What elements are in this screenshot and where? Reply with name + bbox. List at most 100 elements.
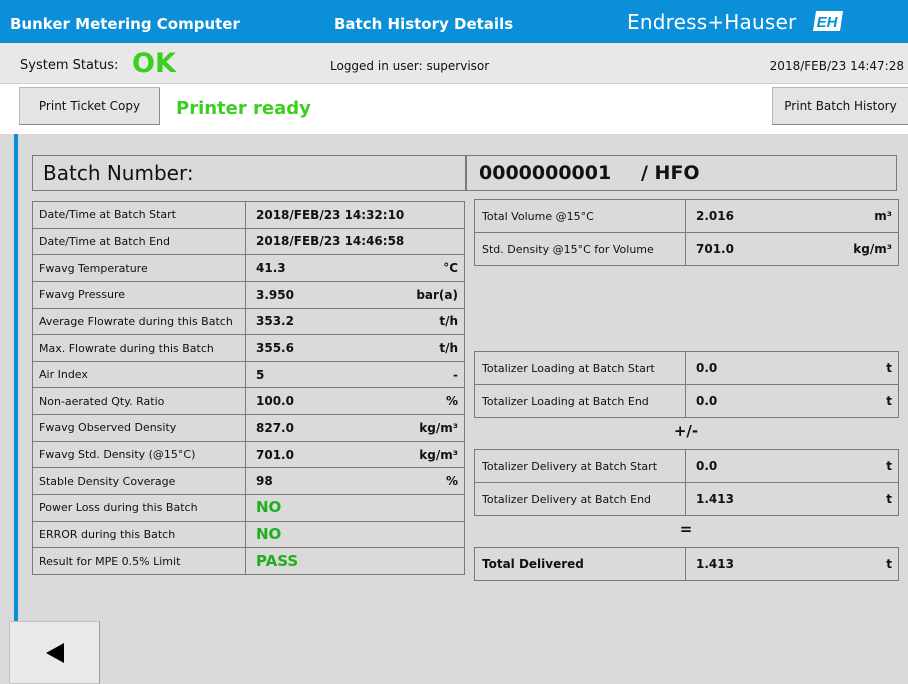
row-value: 3.950 xyxy=(256,287,294,302)
table-row: Totalizer Delivery at Batch Start 0.0 t xyxy=(474,449,899,483)
row-value: 1.413 xyxy=(696,492,734,506)
row-label: Total Delivered xyxy=(474,547,686,581)
row-unit: t xyxy=(886,557,892,571)
table-row: Total Volume @15°C 2.016 m³ xyxy=(474,199,899,233)
table-row: Stable Density Coverage 98% xyxy=(32,467,465,496)
app-title: Bunker Metering Computer xyxy=(10,15,240,33)
row-value: 701.0 xyxy=(256,447,294,462)
system-status-value: OK xyxy=(132,48,176,79)
row-value: 353.2 xyxy=(256,314,294,329)
row-label: Total Volume @15°C xyxy=(474,199,686,233)
row-value: 355.6 xyxy=(256,341,294,356)
batch-number-value: 0000000001 / HFO xyxy=(466,155,897,191)
batch-details-table: Date/Time at Batch Start 2018/FEB/23 14:3… xyxy=(32,201,465,575)
header-bar: Bunker Metering Computer Batch History D… xyxy=(0,0,908,43)
table-row: Date/Time at Batch Start 2018/FEB/23 14:3… xyxy=(32,201,465,229)
row-unit: % xyxy=(445,474,458,489)
volume-table: Total Volume @15°C 2.016 m³ Std. Density @… xyxy=(474,199,899,266)
row-value: 827.0 xyxy=(256,420,294,435)
brand-logo-icon: EH xyxy=(813,11,843,31)
table-row: Fwavg Pressure 3.950 bar(a) xyxy=(32,280,465,309)
row-unit: t xyxy=(886,361,892,375)
print-batch-history-button[interactable]: Print Batch History xyxy=(772,87,908,125)
table-row: Totalizer Delivery at Batch End 1.413 t xyxy=(474,482,899,516)
row-label: Date/Time at Batch Start xyxy=(32,201,246,229)
batch-product: / HFO xyxy=(641,162,700,184)
row-value: 0.0 xyxy=(696,459,718,473)
row-label: Fwavg Observed Density xyxy=(32,414,246,442)
row-value: 100.0 xyxy=(256,394,294,409)
table-row: Air Index 5 - xyxy=(32,360,465,389)
row-value: NO xyxy=(256,525,282,543)
row-unit: kg/m³ xyxy=(419,447,458,462)
delivery-table: Totalizer Delivery at Batch Start 0.0 t To… xyxy=(474,449,899,516)
row-value: 1.413 xyxy=(696,557,734,571)
table-row: ERROR during this Batch NO xyxy=(32,520,465,549)
row-unit: t xyxy=(886,459,892,473)
row-label: Fwavg Std. Density (@15°C) xyxy=(32,440,246,469)
row-label: Date/Time at Batch End xyxy=(32,227,246,256)
row-unit: kg/m³ xyxy=(419,420,458,435)
table-row: Fwavg Std. Density (@15°C) 701.0 kg/m³ xyxy=(32,440,465,469)
row-unit: kg/m³ xyxy=(853,242,892,256)
row-label: Totalizer Loading at Batch End xyxy=(474,384,686,418)
row-unit: t/h xyxy=(439,314,458,329)
row-value: 2.016 xyxy=(696,209,734,223)
loading-table: Totalizer Loading at Batch Start 0.0 t Tot… xyxy=(474,351,899,418)
row-label: Fwavg Temperature xyxy=(32,254,246,282)
system-status-label: System Status: xyxy=(20,58,119,73)
row-label: Totalizer Loading at Batch Start xyxy=(474,351,686,385)
current-datetime: 2018/FEB/23 14:47:28 xyxy=(769,59,904,73)
toolbar: Print Ticket Copy Printer ready Print Ba… xyxy=(0,84,908,134)
row-unit: m³ xyxy=(874,209,892,223)
table-row: Std. Density @15°C for Volume 701.0 kg/m³ xyxy=(474,232,899,266)
equals-symbol: = xyxy=(679,520,693,538)
row-label: ERROR during this Batch xyxy=(32,520,246,549)
row-unit: t/h xyxy=(439,341,458,356)
row-value: 2018/FEB/23 14:46:58 xyxy=(256,234,405,249)
logged-in-user: Logged in user: supervisor xyxy=(330,59,490,73)
print-ticket-copy-button[interactable]: Print Ticket Copy xyxy=(19,87,160,125)
table-row: Power Loss during this Batch NO xyxy=(32,494,465,522)
row-label: Totalizer Delivery at Batch Start xyxy=(474,449,686,483)
back-arrow-icon xyxy=(45,642,64,663)
row-value: 2018/FEB/23 14:32:10 xyxy=(256,207,405,222)
table-row: Date/Time at Batch End 2018/FEB/23 14:46:… xyxy=(32,227,465,256)
table-row: Non-aerated Qty. Ratio 100.0% xyxy=(32,387,465,416)
row-label: Result for MPE 0.5% Limit xyxy=(32,547,246,575)
svg-text:EH: EH xyxy=(817,14,839,31)
row-value: 0.0 xyxy=(696,361,718,375)
row-unit: % xyxy=(445,394,458,409)
row-value: 0.0 xyxy=(696,394,718,408)
table-row: Totalizer Loading at Batch End 0.0 t xyxy=(474,384,899,418)
row-value: PASS xyxy=(256,551,299,570)
row-value: 98 xyxy=(256,474,273,489)
page-title: Batch History Details xyxy=(334,15,514,33)
row-value: 41.3 xyxy=(256,261,286,276)
table-row: Fwavg Observed Density 827.0 kg/m³ xyxy=(32,414,465,442)
back-button[interactable] xyxy=(9,621,100,684)
row-unit: bar(a) xyxy=(416,287,458,302)
row-label: Std. Density @15°C for Volume xyxy=(474,232,686,266)
side-accent-strip xyxy=(14,134,18,622)
row-label: Air Index xyxy=(32,360,246,389)
printer-status: Printer ready xyxy=(176,98,311,119)
row-unit: - xyxy=(453,367,458,382)
batch-number-label: Batch Number: xyxy=(32,155,466,191)
brand-name: Endress+Hauser xyxy=(627,10,797,34)
total-table: Total Delivered 1.413 t xyxy=(474,547,899,581)
row-value: 5 xyxy=(256,367,265,382)
table-row: Totalizer Loading at Batch Start 0.0 t xyxy=(474,351,899,385)
plus-minus-symbol: +/- xyxy=(673,422,699,440)
batch-number: 0000000001 xyxy=(479,162,612,184)
row-label: Non-aerated Qty. Ratio xyxy=(32,387,246,416)
table-row: Fwavg Temperature 41.3 °C xyxy=(32,254,465,282)
table-row: Total Delivered 1.413 t xyxy=(474,547,899,581)
row-unit: t xyxy=(886,394,892,408)
table-row: Max. Flowrate during this Batch 355.6 t/h xyxy=(32,334,465,362)
row-label: Average Flowrate during this Batch xyxy=(32,307,246,336)
row-label: Totalizer Delivery at Batch End xyxy=(474,482,686,516)
row-unit: °C xyxy=(443,261,458,276)
row-label: Power Loss during this Batch xyxy=(32,494,246,522)
row-label: Max. Flowrate during this Batch xyxy=(32,334,246,362)
